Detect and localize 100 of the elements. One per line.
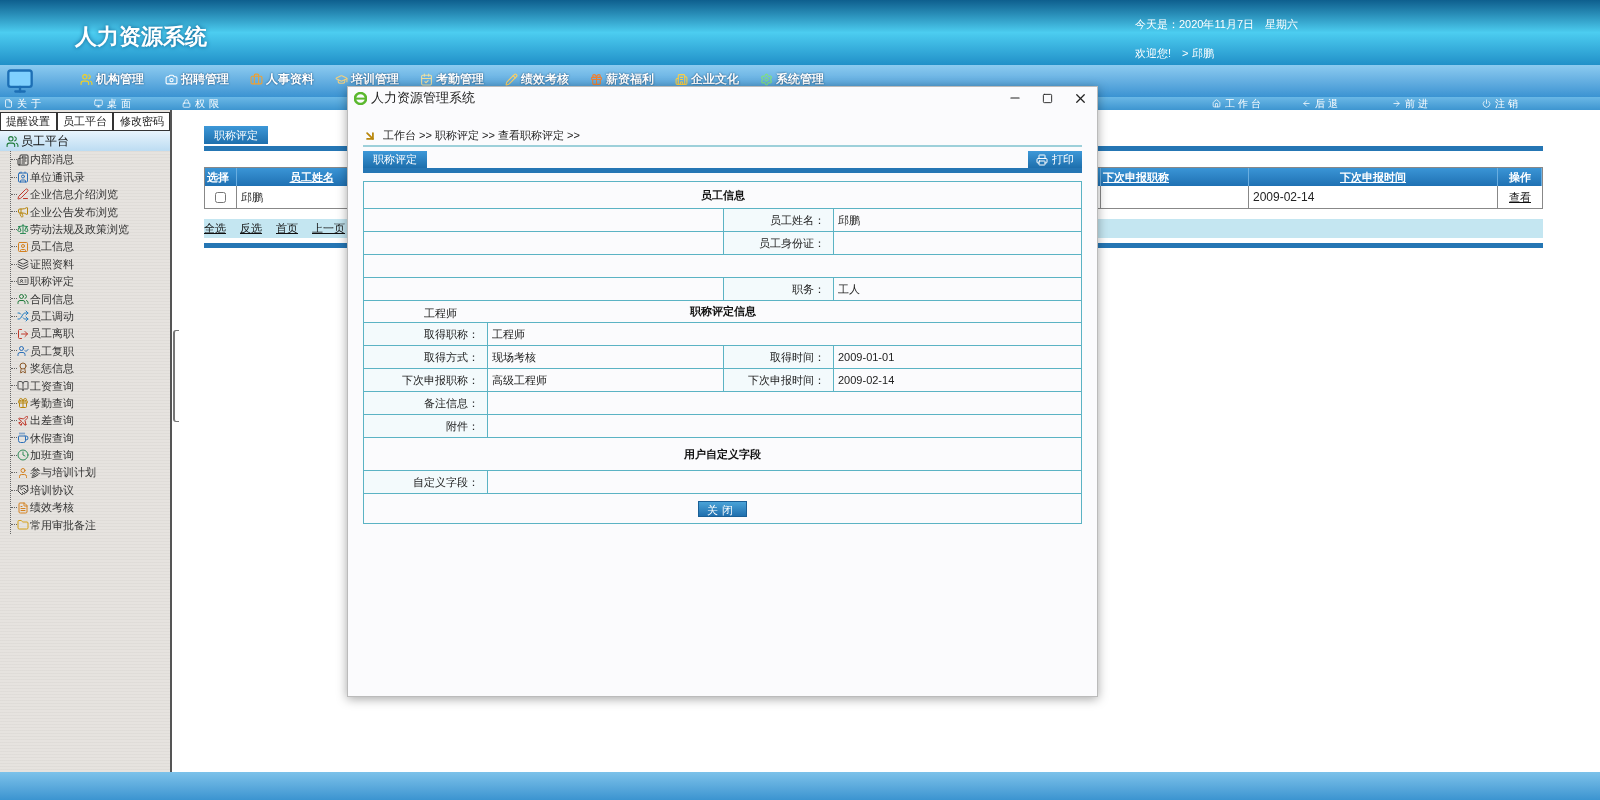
users-icon: [80, 72, 93, 86]
column-header: 操作: [1508, 169, 1531, 185]
section-tab[interactable]: 职称评定: [363, 151, 427, 168]
calendar-icon: [420, 72, 433, 86]
sidebar-item[interactable]: 员工离职: [17, 325, 74, 342]
sidebar-item[interactable]: 常用审批备注: [17, 516, 96, 534]
monitor-icon: [6, 67, 34, 95]
user-icon: [17, 466, 29, 479]
sidebar-item[interactable]: 单位通讯录: [17, 168, 85, 186]
sidebar-item[interactable]: 证照资料: [17, 255, 74, 273]
field-value: 2009-01-01: [838, 349, 895, 365]
field-label: 取得方式：: [424, 349, 479, 365]
sidebar-item[interactable]: 参与培训计划: [17, 464, 96, 481]
field-label: 附件：: [446, 418, 479, 434]
pager-link[interactable]: 首页: [276, 220, 298, 237]
sidebar-item[interactable]: 企业信息介绍浏览: [17, 186, 118, 203]
row-checkbox[interactable]: [215, 191, 226, 203]
page-icon: [4, 99, 13, 108]
id-card-icon: [17, 275, 29, 288]
section-heading: 用户自定义字段: [683, 446, 762, 462]
section-tab[interactable]: 职称评定: [204, 126, 268, 145]
sidebar-item[interactable]: 劳动法规及政策浏览: [17, 221, 129, 238]
cup-icon: [17, 431, 29, 444]
folder-icon: [17, 518, 29, 531]
print-button[interactable]: 打印: [1028, 151, 1082, 168]
award-icon: [17, 362, 29, 375]
exit-icon: [17, 327, 29, 340]
gift-icon: [590, 72, 603, 86]
table-cell-text: 邱鹏: [241, 189, 263, 205]
field-label: 职务：: [792, 281, 825, 297]
sidebar-tab[interactable]: 修改密码: [113, 112, 170, 130]
field-label: 下次申报职称：: [402, 372, 479, 388]
field-value: 2009-02-14: [838, 372, 895, 388]
app-title: 人力资源系统: [75, 24, 207, 49]
sidebar-item[interactable]: 合同信息: [17, 290, 74, 308]
maximize-icon: [1041, 92, 1053, 104]
sidebar-item[interactable]: 考勤查询: [17, 394, 74, 412]
megaphone-icon: [17, 205, 29, 218]
forward-icon: [1392, 99, 1401, 108]
document-icon: [17, 501, 29, 514]
pager-link[interactable]: 上一页: [312, 220, 345, 237]
table-cell-text: 2009-02-14: [1253, 189, 1315, 206]
scale-icon: [17, 223, 29, 236]
contact-card-icon: [17, 171, 29, 184]
pager-link[interactable]: 反选: [240, 220, 262, 237]
power-icon: [1482, 99, 1491, 108]
shuffle-icon: [17, 310, 29, 323]
sidebar-item[interactable]: 员工复职: [17, 342, 74, 360]
sidebar-tab[interactable]: 提醒设置: [0, 112, 57, 130]
field-label: 取得时间：: [770, 349, 825, 365]
gift-icon: [17, 397, 29, 410]
field-label: 取得职称：: [424, 326, 479, 342]
pen-icon: [17, 188, 29, 201]
plane-icon: [17, 414, 29, 427]
sidebar-item[interactable]: 绩效考核: [17, 499, 74, 516]
section-heading: 职称评定信息: [688, 304, 757, 320]
field-label: 员工姓名：: [770, 212, 825, 228]
pager-link[interactable]: 全选: [204, 220, 226, 237]
clock-icon: [17, 449, 29, 462]
field-label: 自定义字段：: [413, 474, 479, 490]
column-header: 选择: [207, 169, 229, 185]
sidebar-item[interactable]: 培训协议: [17, 481, 74, 499]
sidebar-item[interactable]: 工资查询: [17, 377, 74, 394]
view-link[interactable]: 查看: [1509, 188, 1531, 206]
sidebar-item[interactable]: 奖惩信息: [17, 360, 74, 377]
book-icon: [17, 379, 29, 392]
sidebar-tab[interactable]: 员工平台: [56, 112, 114, 130]
graduation-cap-icon: [335, 72, 348, 86]
lock-icon: [182, 99, 191, 108]
field-label: 下次申报时间：: [748, 372, 825, 388]
tree-root[interactable]: 员工平台: [0, 131, 170, 151]
field-label: 员工身份证：: [759, 235, 825, 251]
newspaper-icon: [17, 153, 29, 166]
home-icon: [1212, 99, 1221, 108]
sidebar-item[interactable]: 休假查询: [17, 429, 74, 447]
sidebar-item[interactable]: 员工信息: [17, 238, 74, 255]
sidebar-item[interactable]: 职称评定: [17, 273, 74, 290]
field-value: 邱鹏: [838, 212, 860, 228]
arrow-icon: [363, 129, 377, 143]
cell-text: 工程师: [424, 306, 457, 319]
settings-icon: [760, 72, 773, 86]
dialog-title: 人力资源管理系统: [371, 89, 475, 108]
printer-icon: [1036, 153, 1048, 166]
users-icon: [6, 134, 19, 148]
sidebar-item[interactable]: 出差查询: [17, 412, 74, 429]
back-icon: [1302, 99, 1311, 108]
field-value: 工程师: [492, 326, 525, 342]
sidebar-item[interactable]: 企业公告发布浏览: [17, 203, 118, 221]
building-icon: [675, 72, 688, 86]
users-icon: [17, 292, 29, 305]
sidebar-item[interactable]: 内部消息: [17, 151, 74, 168]
field-label: 备注信息：: [424, 395, 479, 411]
user-badge-icon: [17, 240, 29, 253]
sidebar-item[interactable]: 加班查询: [17, 447, 74, 464]
field-value: 现场考核: [492, 349, 536, 365]
close-button[interactable]: 关闭: [698, 500, 747, 517]
sidebar-item[interactable]: 员工调动: [17, 307, 74, 325]
splitter-handle[interactable]: [173, 330, 179, 422]
welcome-text: 欢迎您! > 邱鹏: [1135, 45, 1215, 61]
layers-icon: [17, 258, 29, 271]
